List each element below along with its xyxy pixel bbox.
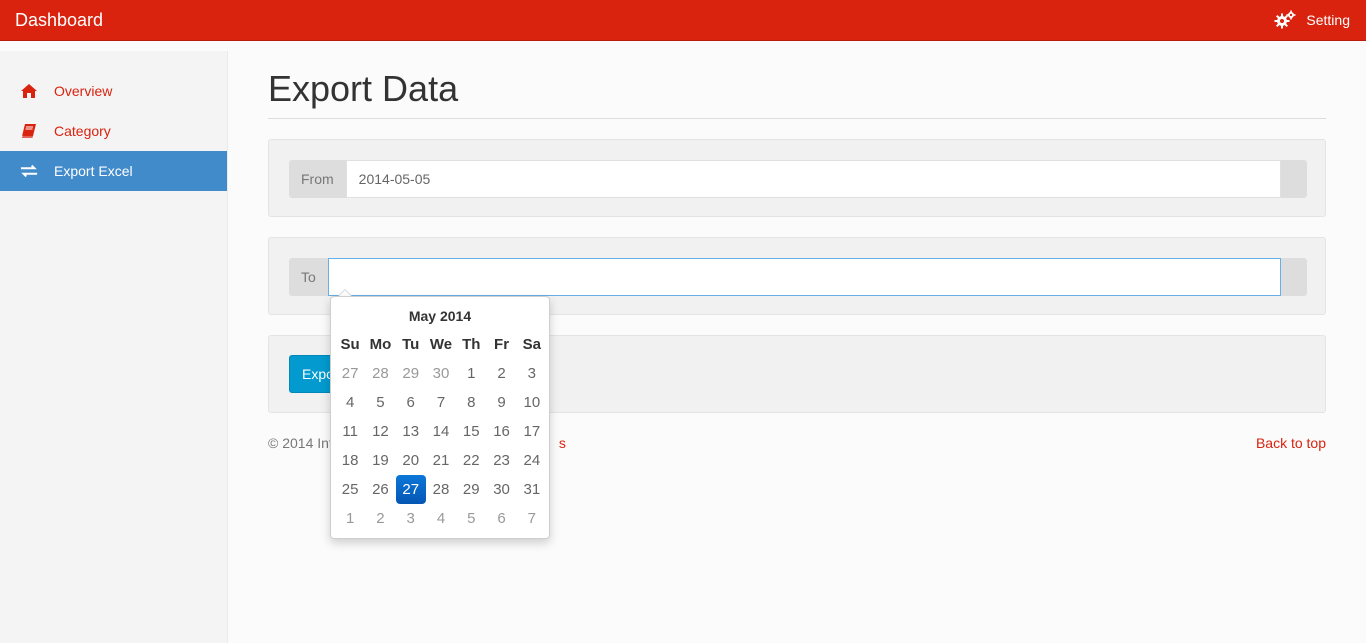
from-input-group: From bbox=[289, 160, 1307, 198]
calendar-day[interactable]: 16 bbox=[486, 417, 516, 446]
calendar-day[interactable]: 12 bbox=[365, 417, 395, 446]
calendar-day[interactable]: 2 bbox=[486, 359, 516, 388]
calendar-days: 27 28 29 30 1 2 3 4 5 6 7 8 9 10 11 12 13 14 15 16 17 18 19 20 2… bbox=[335, 359, 547, 533]
from-addon-end bbox=[1281, 160, 1307, 198]
calendar-day[interactable]: 29 bbox=[396, 359, 426, 388]
calendar-day[interactable]: 20 bbox=[396, 446, 426, 475]
datepicker-calendar: Su Mo Tu We Th Fr Sa 27 28 29 30 1 2 3 4 5 6 7 8 9 10 11 12 13… bbox=[335, 330, 547, 533]
calendar-day[interactable]: 22 bbox=[456, 446, 486, 475]
calendar-day[interactable]: 5 bbox=[456, 504, 486, 533]
sidebar: Overview Category Export Excel bbox=[0, 51, 228, 643]
datepicker-month-switch[interactable]: May 2014 bbox=[335, 301, 545, 330]
sidebar-item-label: Overview bbox=[54, 83, 113, 99]
weekday-header: Sa bbox=[522, 336, 542, 353]
from-label: From bbox=[289, 160, 346, 198]
calendar-day[interactable]: 4 bbox=[426, 504, 456, 533]
calendar-week-row: 27 28 29 30 1 2 3 bbox=[335, 359, 547, 388]
page-title: Export Data bbox=[268, 68, 459, 109]
setting-label: Setting bbox=[1306, 12, 1350, 28]
calendar-day[interactable]: 11 bbox=[335, 417, 365, 446]
sidebar-item-label: Export Excel bbox=[54, 163, 133, 179]
title-divider bbox=[268, 118, 1326, 119]
calendar-week-row: 25 26 27 28 29 30 31 bbox=[335, 475, 547, 504]
calendar-day[interactable]: 1 bbox=[335, 504, 365, 533]
to-addon-end bbox=[1281, 258, 1307, 296]
calendar-day[interactable]: 4 bbox=[335, 388, 365, 417]
calendar-day[interactable]: 31 bbox=[517, 475, 547, 504]
setting-menu[interactable]: Setting bbox=[1274, 10, 1350, 30]
to-label: To bbox=[289, 258, 328, 296]
datepicker: May 2014 Su Mo Tu We Th Fr Sa 27 28 29 30 1 2 3 4 5 6 7 8… bbox=[330, 296, 550, 539]
to-input-group: To bbox=[289, 258, 1307, 296]
weekday-header: Th bbox=[462, 336, 481, 353]
calendar-day[interactable]: 25 bbox=[335, 475, 365, 504]
home-icon bbox=[20, 82, 38, 100]
calendar-day[interactable]: 10 bbox=[517, 388, 547, 417]
weekday-row: Su Mo Tu We Th Fr Sa bbox=[335, 330, 547, 359]
calendar-week-row: 11 12 13 14 15 16 17 bbox=[335, 417, 547, 446]
sidebar-item-label: Category bbox=[54, 123, 111, 139]
copyright-text: © 2014 Int bbox=[268, 435, 333, 451]
footer-link-fragment[interactable]: s bbox=[559, 435, 566, 451]
to-date-input[interactable] bbox=[327, 258, 1281, 296]
calendar-week-row: 1234567 bbox=[335, 504, 547, 533]
calendar-day[interactable]: 6 bbox=[486, 504, 516, 533]
top-navbar: Dashboard Setting bbox=[0, 0, 1366, 41]
calendar-day[interactable]: 9 bbox=[486, 388, 516, 417]
calendar-day[interactable]: 14 bbox=[426, 417, 456, 446]
transfer-icon bbox=[20, 162, 38, 180]
sidebar-item-overview[interactable]: Overview bbox=[0, 71, 227, 111]
calendar-day[interactable]: 1 bbox=[456, 359, 486, 388]
calendar-day[interactable]: 26 bbox=[365, 475, 395, 504]
calendar-day[interactable]: 17 bbox=[517, 417, 547, 446]
weekday-header: We bbox=[429, 336, 453, 353]
calendar-day[interactable]: 30 bbox=[426, 359, 456, 388]
calendar-day[interactable]: 30 bbox=[486, 475, 516, 504]
calendar-day[interactable]: 28 bbox=[426, 475, 456, 504]
weekday-header: Fr bbox=[494, 336, 510, 353]
calendar-day[interactable]: 6 bbox=[396, 388, 426, 417]
brand-link[interactable]: Dashboard bbox=[15, 10, 103, 30]
weekday-header: Su bbox=[340, 336, 360, 353]
calendar-day[interactable]: 13 bbox=[396, 417, 426, 446]
calendar-day[interactable]: 28 bbox=[365, 359, 395, 388]
calendar-day[interactable]: 27 bbox=[335, 359, 365, 388]
calendar-day-selected[interactable]: 27 bbox=[395, 475, 426, 504]
weekday-header: Tu bbox=[402, 336, 420, 353]
calendar-week-row: 18 19 20 21 22 23 24 bbox=[335, 446, 547, 475]
calendar-day[interactable]: 7 bbox=[517, 504, 547, 533]
gears-icon bbox=[1274, 10, 1296, 30]
calendar-day[interactable]: 2 bbox=[365, 504, 395, 533]
weekday-header: Mo bbox=[369, 336, 392, 353]
calendar-day[interactable]: 19 bbox=[365, 446, 395, 475]
calendar-week-row: 4 5 6 7 8 9 10 bbox=[335, 388, 547, 417]
calendar-day[interactable]: 18 bbox=[335, 446, 365, 475]
from-panel: From bbox=[268, 139, 1326, 217]
sidebar-item-export-excel[interactable]: Export Excel bbox=[0, 151, 227, 191]
calendar-day[interactable]: 3 bbox=[517, 359, 547, 388]
sidebar-item-category[interactable]: Category bbox=[0, 111, 227, 151]
book-icon bbox=[20, 122, 38, 140]
calendar-day[interactable]: 7 bbox=[426, 388, 456, 417]
calendar-day[interactable]: 23 bbox=[486, 446, 516, 475]
back-to-top-link[interactable]: Back to top bbox=[1256, 435, 1326, 451]
calendar-day[interactable]: 15 bbox=[456, 417, 486, 446]
calendar-day[interactable]: 29 bbox=[456, 475, 486, 504]
from-date-input[interactable] bbox=[345, 160, 1281, 198]
calendar-day[interactable]: 24 bbox=[517, 446, 547, 475]
calendar-day[interactable]: 5 bbox=[365, 388, 395, 417]
calendar-day[interactable]: 8 bbox=[456, 388, 486, 417]
calendar-day[interactable]: 21 bbox=[426, 446, 456, 475]
calendar-day[interactable]: 3 bbox=[396, 504, 426, 533]
